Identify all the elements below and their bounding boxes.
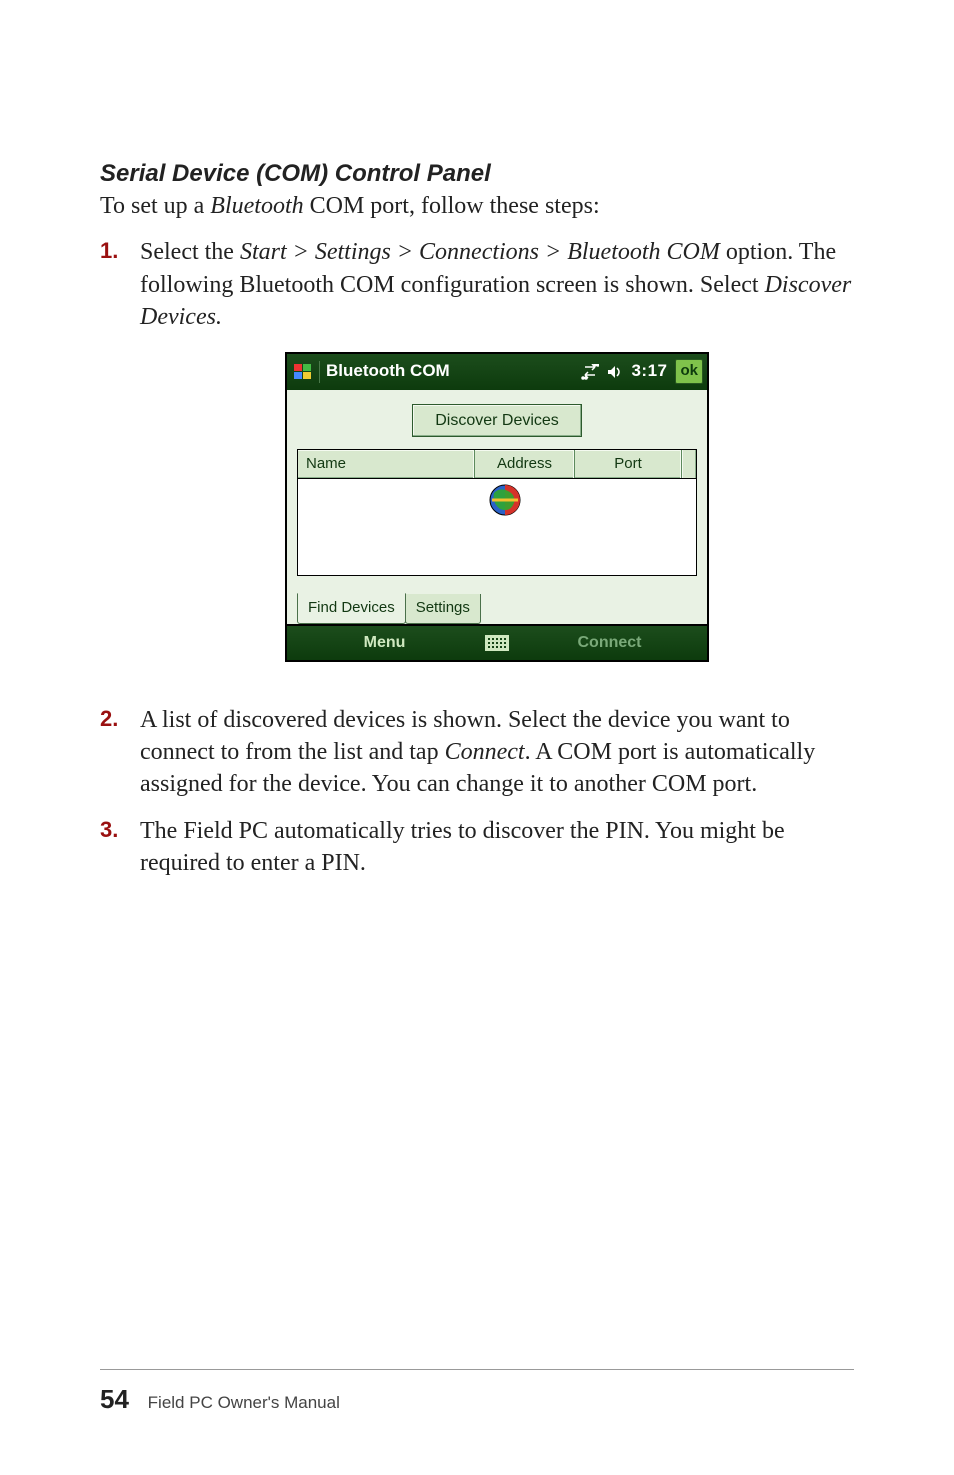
scrollbar-gutter[interactable] bbox=[681, 450, 696, 478]
softkey-connect[interactable]: Connect bbox=[512, 632, 707, 654]
keyboard-icon bbox=[485, 635, 509, 651]
tab-find-devices[interactable]: Find Devices bbox=[297, 593, 406, 623]
column-name[interactable]: Name bbox=[298, 450, 475, 478]
tab-settings[interactable]: Settings bbox=[405, 594, 481, 623]
section-heading: Serial Device (COM) Control Panel bbox=[100, 160, 854, 188]
tab-strip: Find Devices Settings bbox=[297, 594, 697, 623]
step-3: 3. The Field PC automatically tries to d… bbox=[100, 815, 854, 880]
column-address[interactable]: Address bbox=[475, 450, 575, 478]
keyboard-toggle[interactable] bbox=[482, 635, 512, 651]
step-number: 3. bbox=[100, 815, 140, 880]
intro-pre: To set up a bbox=[100, 193, 210, 219]
step1-path: Start > Settings > Connections > Bluetoo… bbox=[240, 239, 720, 265]
page-footer: 54 Field PC Owner's Manual bbox=[100, 1369, 854, 1415]
step-number: 1. bbox=[100, 236, 140, 689]
connectivity-icon[interactable] bbox=[581, 364, 599, 380]
intro-post: COM port, follow these steps: bbox=[304, 193, 600, 219]
step-2: 2. A list of discovered devices is shown… bbox=[100, 704, 854, 801]
discover-devices-button[interactable]: Discover Devices bbox=[412, 404, 582, 438]
clock-time[interactable]: 3:17 bbox=[631, 360, 667, 383]
intro-italic: Bluetooth bbox=[210, 193, 303, 219]
step-number: 2. bbox=[100, 704, 140, 801]
step3-text: The Field PC automatically tries to disc… bbox=[140, 818, 785, 876]
manual-title: Field PC Owner's Manual bbox=[148, 1393, 340, 1412]
table-body bbox=[298, 479, 696, 575]
searching-globe-icon bbox=[488, 483, 522, 517]
step2-action: Connect bbox=[445, 739, 525, 765]
titlebar-divider bbox=[319, 361, 320, 383]
volume-icon[interactable] bbox=[607, 364, 623, 380]
table-header-row: Name Address Port bbox=[298, 450, 696, 479]
column-port[interactable]: Port bbox=[575, 450, 681, 478]
page-number: 54 bbox=[100, 1384, 129, 1414]
window-title: Bluetooth COM bbox=[326, 360, 450, 383]
ok-button[interactable]: ok bbox=[675, 359, 703, 383]
start-flag-icon[interactable] bbox=[293, 362, 313, 382]
window-body: Discover Devices Name Address Port bbox=[287, 390, 707, 624]
softkey-bar: Menu Connect bbox=[287, 624, 707, 660]
intro-paragraph: To set up a Bluetooth COM port, follow t… bbox=[100, 190, 854, 222]
footer-rule bbox=[100, 1369, 854, 1370]
step1-pre: Select the bbox=[140, 239, 240, 265]
system-tray: 3:17 ok bbox=[581, 359, 703, 383]
bluetooth-com-screenshot: Bluetooth COM bbox=[285, 352, 709, 662]
softkey-menu[interactable]: Menu bbox=[287, 632, 482, 654]
devices-table: Name Address Port bbox=[297, 449, 697, 576]
step-1: 1. Select the Start > Settings > Connect… bbox=[100, 236, 854, 689]
window-titlebar: Bluetooth COM bbox=[287, 354, 707, 390]
